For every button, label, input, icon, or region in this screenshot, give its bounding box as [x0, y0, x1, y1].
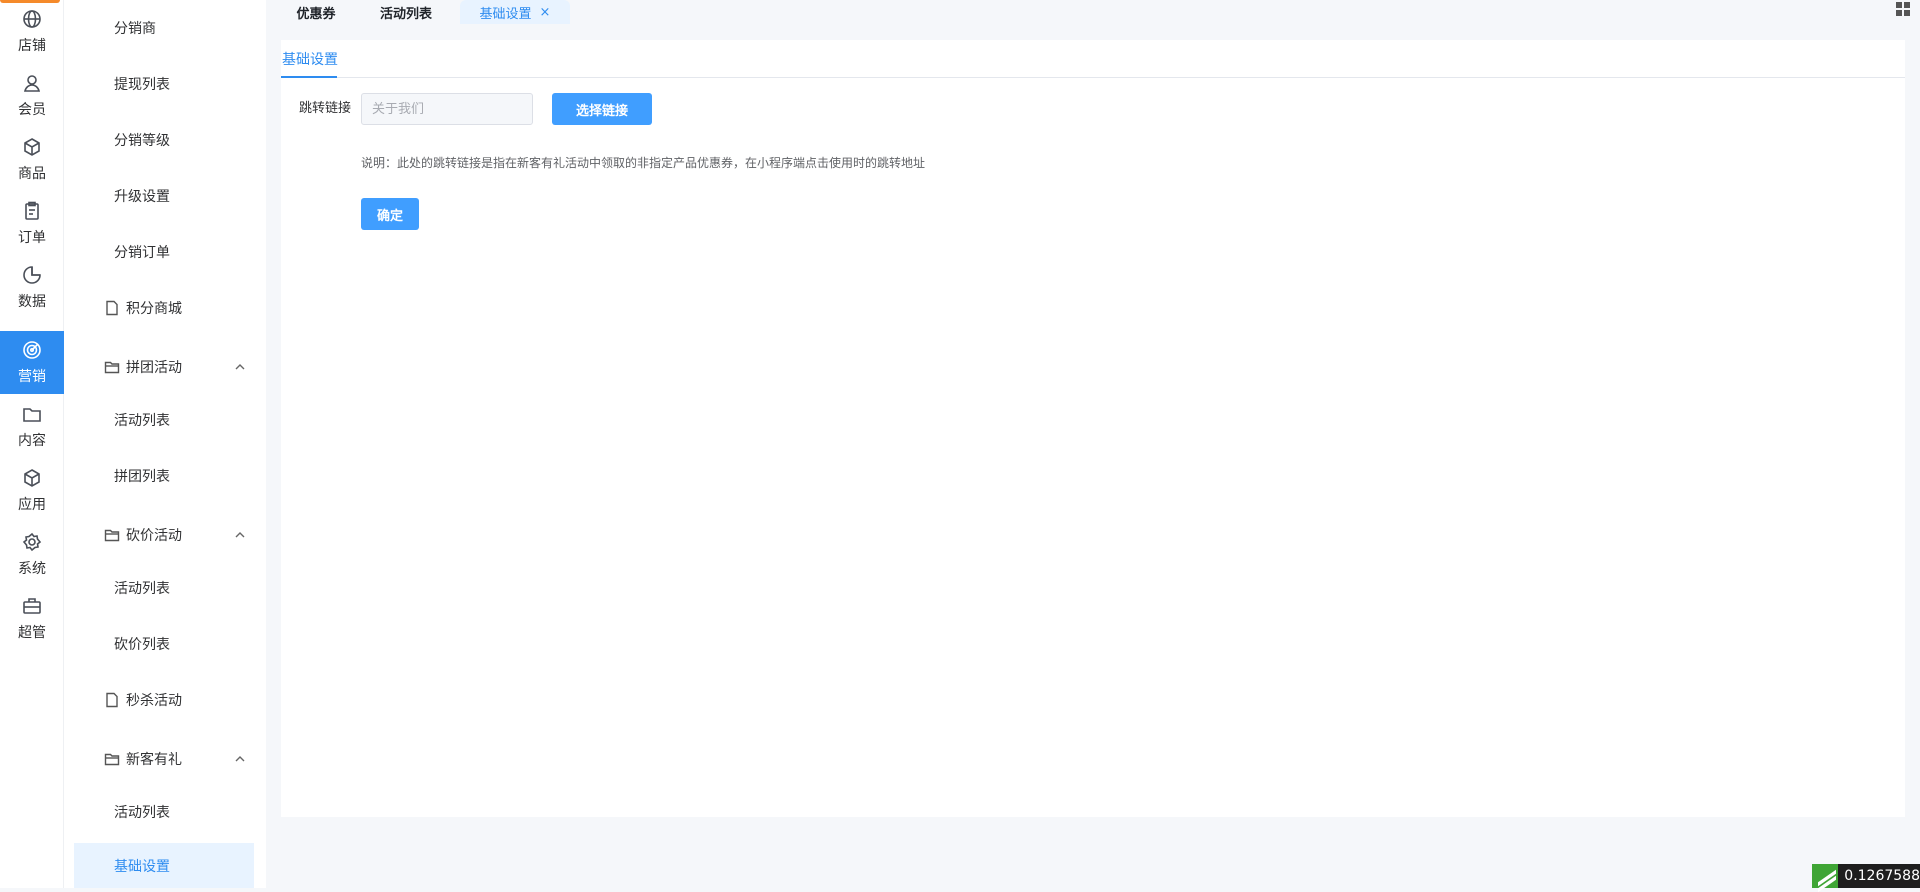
- submenu-item-label: 砍价活动: [126, 525, 182, 545]
- briefcase-icon: [22, 596, 42, 616]
- submenu-group-group-buy[interactable]: 拼团活动: [74, 344, 254, 389]
- select-link-button[interactable]: 选择链接: [552, 93, 652, 125]
- document-icon: [104, 300, 120, 316]
- submenu-item-groupbuy-activities[interactable]: 活动列表: [74, 397, 254, 442]
- submenu-item-bargain-activities[interactable]: 活动列表: [74, 565, 254, 610]
- tab-bar: 优惠券 活动列表 基础设置 ×: [266, 0, 1920, 24]
- submenu-item-groupbuy-list[interactable]: 拼团列表: [74, 453, 254, 498]
- tab-basic-settings[interactable]: 基础设置 ×: [460, 0, 570, 24]
- main-nav-rail: 店铺 会员 商品 订单 数据 营销 内容 应用 系统 超管: [0, 0, 64, 888]
- submenu-item-gift-activities[interactable]: 活动列表: [74, 789, 254, 834]
- submenu-item-upgrade-settings[interactable]: 升级设置: [74, 173, 254, 218]
- marketing-submenu: 分销商 提现列表 分销等级 升级设置 分销订单 积分商城 拼团活动 活动列表 拼…: [64, 0, 266, 888]
- submenu-item-label: 砍价列表: [114, 634, 170, 654]
- rail-item-label: 商品: [18, 163, 46, 183]
- rail-item-goods[interactable]: 商品: [0, 128, 64, 191]
- confirm-button[interactable]: 确定: [361, 198, 419, 230]
- submenu-item-withdrawals[interactable]: 提现列表: [74, 61, 254, 106]
- submenu-item-label: 拼团活动: [126, 357, 182, 377]
- chevron-up-icon: [234, 361, 246, 373]
- submenu-group-bargain[interactable]: 砍价活动: [74, 512, 254, 557]
- submenu-item-label: 升级设置: [114, 186, 170, 206]
- pie-icon: [22, 265, 42, 285]
- submenu-item-label: 秒杀活动: [126, 690, 182, 710]
- rail-item-member[interactable]: 会员: [0, 64, 64, 127]
- submenu-group-new-customer-gift[interactable]: 新客有礼: [74, 736, 254, 781]
- rail-item-apps[interactable]: 应用: [0, 459, 64, 522]
- submenu-item-label: 积分商城: [126, 298, 182, 318]
- rail-item-system[interactable]: 系统: [0, 523, 64, 586]
- tab-coupons[interactable]: 优惠券: [288, 0, 344, 24]
- submenu-item-points-mall[interactable]: 积分商城: [74, 285, 254, 330]
- help-note: 说明：此处的跳转链接是指在新客有礼活动中领取的非指定产品优惠券，在小程序端点击使…: [361, 154, 925, 171]
- folder-open-icon: [104, 527, 120, 543]
- folder-icon: [22, 404, 42, 424]
- clipboard-icon: [22, 201, 42, 221]
- folder-open-icon: [104, 751, 120, 767]
- tab-label: 基础设置: [480, 3, 532, 22]
- submenu-item-distributors[interactable]: 分销商: [74, 5, 254, 50]
- tab-divider: [281, 77, 1905, 78]
- globe-icon: [22, 9, 42, 29]
- submenu-item-label: 新客有礼: [126, 749, 182, 769]
- submenu-item-label: 活动列表: [114, 802, 170, 822]
- tab-label: 活动列表: [380, 3, 432, 22]
- grid-icon[interactable]: [1896, 2, 1910, 16]
- rail-item-store[interactable]: 店铺: [0, 0, 64, 63]
- submenu-item-label: 分销订单: [114, 242, 170, 262]
- rail-item-label: 系统: [18, 558, 46, 578]
- submenu-item-distribution-orders[interactable]: 分销订单: [74, 229, 254, 274]
- document-icon: [104, 692, 120, 708]
- close-icon[interactable]: ×: [540, 5, 551, 20]
- panel-tab-label: 基础设置: [282, 49, 338, 69]
- active-tab-indicator: [281, 76, 337, 78]
- rail-item-label: 应用: [18, 494, 46, 514]
- link-input[interactable]: [361, 93, 533, 125]
- submenu-item-label: 分销等级: [114, 130, 170, 150]
- rail-item-label: 店铺: [18, 35, 46, 55]
- tab-label: 优惠券: [296, 3, 335, 22]
- submenu-item-distribution-levels[interactable]: 分销等级: [74, 117, 254, 162]
- rail-item-content[interactable]: 内容: [0, 395, 64, 458]
- gear-icon: [22, 532, 42, 552]
- settings-panel: 基础设置 跳转链接 选择链接 说明：此处的跳转链接是指在新客有礼活动中领取的非指…: [281, 40, 1905, 817]
- cube-icon: [22, 468, 42, 488]
- rail-item-label: 超管: [18, 622, 46, 642]
- user-icon: [22, 73, 42, 93]
- panel-tab-basic-settings[interactable]: 基础设置: [281, 40, 339, 78]
- folder-open-icon: [104, 359, 120, 375]
- rail-item-admin[interactable]: 超管: [0, 587, 64, 650]
- rail-item-label: 订单: [18, 227, 46, 247]
- chevron-up-icon: [234, 529, 246, 541]
- box-icon: [22, 137, 42, 157]
- submenu-item-label: 提现列表: [114, 74, 170, 94]
- rail-item-label: 营销: [18, 366, 46, 386]
- rail-item-marketing[interactable]: 营销: [0, 331, 64, 394]
- speed-badge: 0.1267588: [1812, 864, 1920, 888]
- rail-item-order[interactable]: 订单: [0, 192, 64, 255]
- rail-item-label: 会员: [18, 99, 46, 119]
- tab-activity-list[interactable]: 活动列表: [370, 0, 442, 24]
- submenu-item-label: 基础设置: [114, 856, 170, 876]
- submenu-item-basic-settings[interactable]: 基础设置: [74, 843, 254, 888]
- submenu-item-label: 拼团列表: [114, 466, 170, 486]
- submenu-item-flash-sale[interactable]: 秒杀活动: [74, 677, 254, 722]
- submenu-item-label: 分销商: [114, 18, 156, 38]
- link-field-label: 跳转链接: [299, 93, 351, 125]
- rail-item-label: 数据: [18, 291, 46, 311]
- submenu-item-label: 活动列表: [114, 578, 170, 598]
- rail-item-label: 内容: [18, 430, 46, 450]
- rail-item-data[interactable]: 数据: [0, 256, 64, 319]
- submenu-item-label: 活动列表: [114, 410, 170, 430]
- submenu-item-bargain-list[interactable]: 砍价列表: [74, 621, 254, 666]
- chevron-up-icon: [234, 753, 246, 765]
- badge-text: 0.1267588: [1844, 868, 1920, 884]
- target-icon: [22, 340, 42, 360]
- logo-icon: [1812, 864, 1838, 888]
